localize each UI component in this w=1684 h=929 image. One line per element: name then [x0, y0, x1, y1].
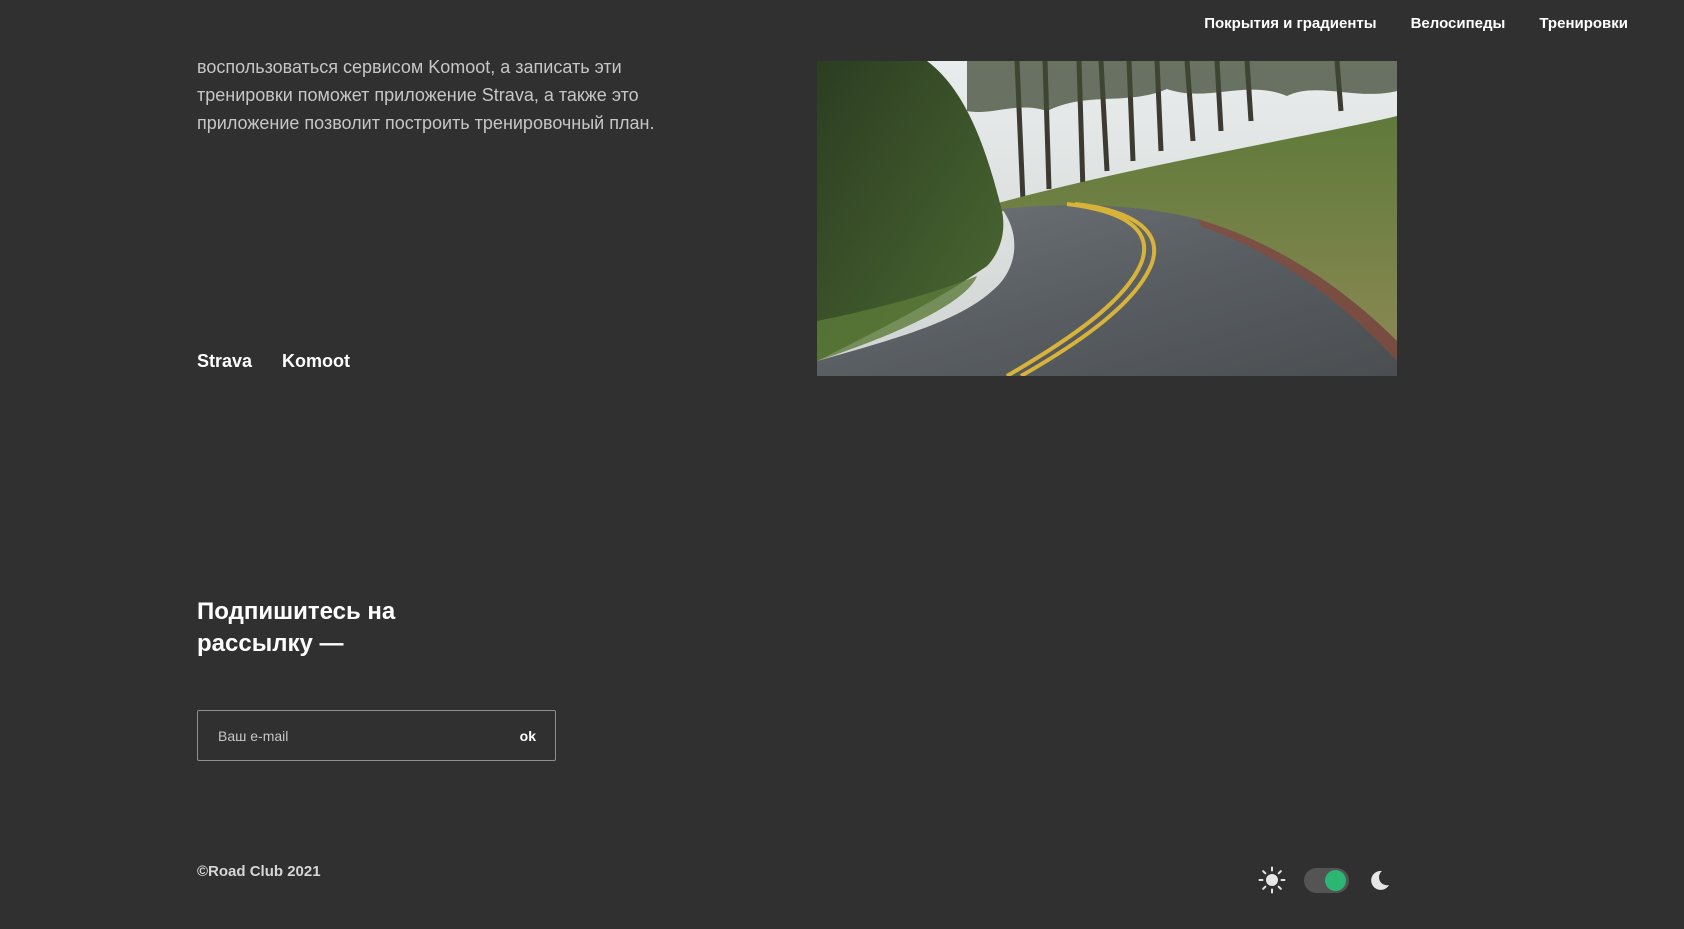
subscribe-ok-button[interactable]: ok — [510, 711, 555, 760]
moon-icon — [1371, 870, 1389, 890]
sun-icon — [1258, 866, 1286, 894]
nav-link-coverage-gradients[interactable]: Покрытия и градиенты — [1204, 14, 1376, 34]
email-input[interactable] — [198, 711, 510, 760]
app-links: Strava Komoot — [197, 349, 350, 373]
intro-text: воспользоваться сервисом Komoot, а запис… — [197, 57, 655, 133]
theme-toggle[interactable] — [1304, 867, 1349, 893]
komoot-link[interactable]: Komoot — [282, 349, 350, 373]
theme-switch — [1258, 866, 1391, 894]
copyright: ©Road Club 2021 — [197, 863, 321, 880]
strava-link[interactable]: Strava — [197, 349, 252, 373]
subscribe-title: Подпишитесь на рассылку — — [197, 598, 396, 657]
subscribe-form: ok — [197, 710, 556, 761]
top-navigation: Покрытия и градиенты Велосипеды Трениров… — [1204, 14, 1628, 34]
road-photo — [817, 61, 1397, 376]
toggle-knob — [1325, 869, 1346, 891]
nav-link-bicycles[interactable]: Велосипеды — [1411, 14, 1506, 34]
nav-link-trainings[interactable]: Тренировки — [1539, 14, 1628, 34]
